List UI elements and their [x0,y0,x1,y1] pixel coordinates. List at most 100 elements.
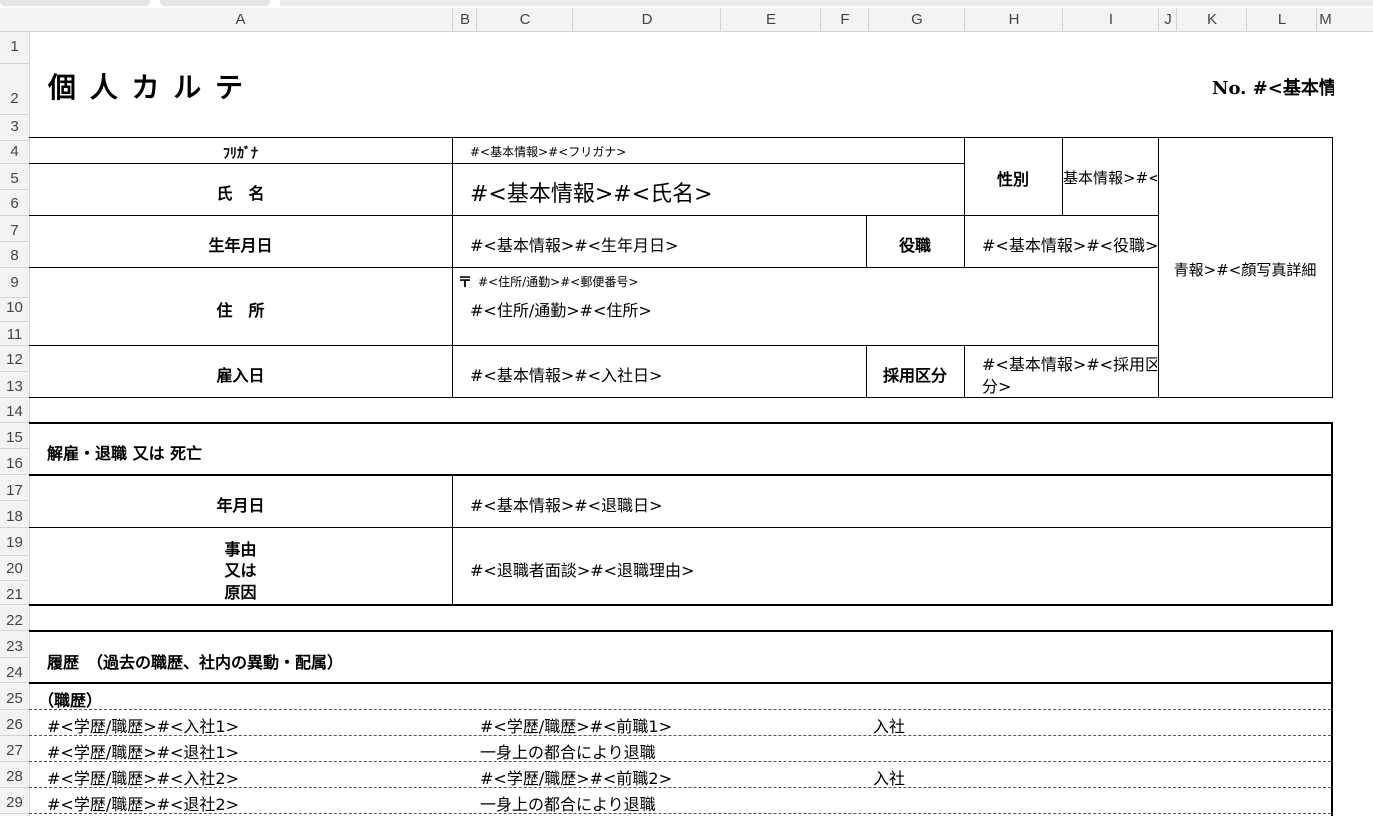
row-header-divider [0,345,29,346]
row-header-19[interactable]: 19 [0,534,29,551]
row-header-divider [0,114,29,115]
row-header-25[interactable]: 25 [0,690,29,707]
row-header-7[interactable]: 7 [0,222,29,239]
column-header-b[interactable]: B [452,8,477,31]
retirement-reason-value[interactable]: #<退職者面談>#<退職理由> [470,557,694,581]
row-header-27[interactable]: 27 [0,742,29,759]
row-header-divider [0,321,29,322]
furigana-value[interactable]: #<基本情報>#<フリガナ> [470,143,626,160]
row-header-15[interactable]: 15 [0,429,29,446]
row-header-5[interactable]: 5 [0,170,29,187]
row-header-divider [0,397,29,398]
history-row-2-detail[interactable]: 一身上の都合により退職 [480,739,656,763]
hire-date-label: 雇入日 [216,366,265,385]
border [1158,137,1159,398]
history-row-1-type[interactable]: 入社 [873,713,905,737]
gender-label: 性別 [996,170,1029,189]
column-header-e[interactable]: E [720,8,821,31]
border [29,267,1158,268]
history-row-3-type[interactable]: 入社 [873,765,905,789]
retirement-date-value[interactable]: #<基本情報>#<退職日> [470,492,662,516]
border [452,137,453,398]
row-header-11[interactable]: 11 [0,326,29,343]
history-row-3-detail[interactable]: #<学歴/職歴>#<前職2> [480,765,672,789]
row-header-13[interactable]: 13 [0,378,29,395]
record-number[interactable]: No. #<基本情 [1212,74,1334,100]
row-header-9[interactable]: 9 [0,274,29,291]
ribbon-tab [0,0,150,6]
reason-label-line3: 原因 [224,583,257,602]
row-header-divider [0,500,29,501]
column-header-l[interactable]: L [1246,8,1317,31]
hire-type-label: 採用区分 [882,366,947,385]
position-value[interactable]: #<基本情報>#<役職> [982,232,1157,256]
column-header-f[interactable]: F [820,8,869,31]
history-row-1-date[interactable]: #<学歴/職歴>#<入社1> [47,713,239,737]
row-header-divider [0,31,29,32]
row-header-2[interactable]: 2 [0,90,29,107]
border [29,422,1333,424]
row-header-divider [0,267,29,268]
column-header-i[interactable]: I [1062,8,1159,31]
address-value[interactable]: #<住所/通勤>#<住所> [470,297,652,321]
row-header-6[interactable]: 6 [0,195,29,212]
column-header-h[interactable]: H [964,8,1063,31]
row-header-divider [0,189,29,190]
history-row-2-date[interactable]: #<学歴/職歴>#<退社1> [47,739,239,763]
birthdate-value[interactable]: #<基本情報>#<生年月日> [470,232,678,256]
furigana-label: ﾌﾘｶﾞﾅ [223,146,258,162]
history-row-1-detail[interactable]: #<学歴/職歴>#<前職1> [480,713,672,737]
history-row-4-detail[interactable]: 一身上の都合により退職 [480,791,656,815]
row-header-22[interactable]: 22 [0,612,29,629]
photo-value[interactable]: 青報>#<顔写真詳細 [1160,259,1330,280]
row-header-20[interactable]: 20 [0,560,29,577]
column-header-m[interactable]: M [1316,8,1334,31]
column-header-c[interactable]: C [476,8,573,31]
border [452,475,453,605]
history-row-3-date[interactable]: #<学歴/職歴>#<入社2> [47,765,239,789]
row-header-1[interactable]: 1 [0,38,29,55]
row-header-divider [0,709,29,710]
border [1331,630,1333,816]
column-header-g[interactable]: G [868,8,965,31]
row-header-24[interactable]: 24 [0,664,29,681]
border [964,215,1062,216]
row-header-12[interactable]: 12 [0,351,29,368]
hire-date-value[interactable]: #<基本情報>#<入社日> [470,362,662,386]
row-header-divider [0,474,29,475]
row-header-8[interactable]: 8 [0,247,29,264]
border [29,527,1333,528]
row-header-16[interactable]: 16 [0,455,29,472]
row-header-divider [0,527,29,528]
row-header-divider [0,682,29,683]
row-header-divider [0,813,29,814]
column-header-j[interactable]: J [1158,8,1177,31]
row-header-17[interactable]: 17 [0,482,29,499]
hire-type-value-cont[interactable]: 分> [982,373,1011,397]
history-row-4-date[interactable]: #<学歴/職歴>#<退社2> [47,791,239,815]
reason-label-line2: 又は [224,561,257,580]
row-header-21[interactable]: 21 [0,586,29,603]
row-header-29[interactable]: 29 [0,794,29,811]
row-header-28[interactable]: 28 [0,768,29,785]
column-header-k[interactable]: K [1176,8,1247,31]
row-header-26[interactable]: 26 [0,716,29,733]
row-header-divider [0,371,29,372]
column-header-a[interactable]: A [29,8,452,31]
border [29,397,1333,398]
gender-value[interactable]: 基本情報>#<性 [1063,167,1157,188]
row-header-divider [0,604,29,605]
row-header-divider [0,140,29,141]
row-header-18[interactable]: 18 [0,508,29,525]
row-header-4[interactable]: 4 [0,143,29,160]
row-header-10[interactable]: 10 [0,299,29,316]
row-header-3[interactable]: 3 [0,118,29,135]
ribbon-tab [280,0,1373,6]
column-header-d[interactable]: D [572,8,721,31]
postal-code-value[interactable]: #<住所/通勤>#<郵便番号> [478,273,638,290]
hire-type-value[interactable]: #<基本情報>#<採用区 [982,351,1157,375]
retirement-section-title: 解雇・退職 又は 死亡 [47,444,203,463]
row-header-23[interactable]: 23 [0,638,29,655]
row-header-14[interactable]: 14 [0,403,29,420]
name-value[interactable]: #<基本情報>#<氏名> [470,176,713,208]
